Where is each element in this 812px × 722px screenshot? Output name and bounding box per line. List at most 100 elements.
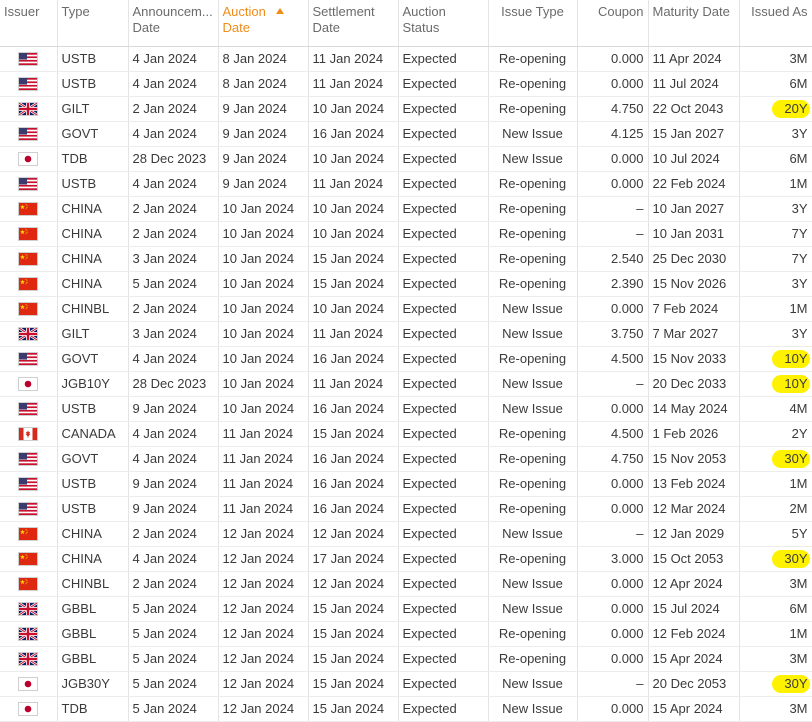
table-row[interactable]: GBBL 5 Jan 2024 12 Jan 2024 15 Jan 2024 Expe… [0,646,812,672]
settlement-date-cell: 15 Jan 2024 [308,596,399,622]
issued-as-cell: 6M [739,596,812,622]
table-row[interactable]: USTB 4 Jan 2024 9 Jan 2024 11 Jan 2024 Expec… [0,171,812,197]
auction-date-cell: 10 Jan 2024 [218,346,309,372]
tenor-value: 3M [789,51,808,66]
table-row[interactable]: USTB 9 Jan 2024 11 Jan 2024 16 Jan 2024 Expe… [0,496,812,522]
issuer-cell [0,96,58,122]
settlement-date-cell: 10 Jan 2024 [308,196,399,222]
column-header-auction-status[interactable]: Auction Status [398,0,489,47]
table-header: Issuer Type Announcem... Date Auction Date… [0,0,812,47]
maturity-date-cell: 15 Oct 2053 [648,546,740,572]
tenor-value: 7Y [791,251,808,266]
ca-flag-icon [18,427,39,442]
table-row[interactable]: TDB 28 Dec 2023 9 Jan 2024 10 Jan 2024 Expec… [0,146,812,172]
auction-date-cell: 12 Jan 2024 [218,596,309,622]
auction-date-cell: 12 Jan 2024 [218,621,309,647]
table-row[interactable]: GILT 2 Jan 2024 9 Jan 2024 10 Jan 2024 Expec… [0,96,812,122]
column-header-maturity-date[interactable]: Maturity Date [648,0,740,47]
table-row[interactable]: GBBL 5 Jan 2024 12 Jan 2024 15 Jan 2024 Expe… [0,621,812,647]
column-header-issuer[interactable]: Issuer [0,0,58,47]
table-row[interactable]: GILT 3 Jan 2024 10 Jan 2024 11 Jan 2024 Expe… [0,321,812,347]
auction-date-cell: 11 Jan 2024 [218,496,309,522]
column-header-announcement-date[interactable]: Announcem... Date [128,0,219,47]
issuer-cell [0,696,58,722]
settlement-date-cell: 15 Jan 2024 [308,271,399,297]
column-header-issued-as[interactable]: Issued As [739,0,812,47]
issue-type-cell: Re-opening [488,271,578,297]
auction-status-cell: Expected [398,621,489,647]
coupon-cell: 2.390 [577,271,649,297]
column-header-issue-type[interactable]: Issue Type [488,0,578,47]
issuer-cell [0,446,58,472]
table-row[interactable]: GOVT 4 Jan 2024 9 Jan 2024 16 Jan 2024 Expec… [0,121,812,147]
maturity-date-cell: 25 Dec 2030 [648,246,740,272]
coupon-cell: 0.000 [577,471,649,497]
table-row[interactable]: GOVT 4 Jan 2024 10 Jan 2024 16 Jan 2024 Expe… [0,346,812,372]
maturity-date-cell: 15 Apr 2024 [648,696,740,722]
auction-status-cell: Expected [398,696,489,722]
auction-date-cell: 12 Jan 2024 [218,546,309,572]
table-row[interactable]: CHINBL 2 Jan 2024 12 Jan 2024 12 Jan 2024 Ex… [0,571,812,597]
table-row[interactable]: USTB 4 Jan 2024 8 Jan 2024 11 Jan 2024 Expec… [0,46,812,72]
table-row[interactable]: GBBL 5 Jan 2024 12 Jan 2024 15 Jan 2024 Expe… [0,596,812,622]
issued-as-cell: 2Y [739,421,812,447]
announcement-date-cell: 28 Dec 2023 [128,146,219,172]
maturity-date-cell: 11 Jul 2024 [648,71,740,97]
column-header-settlement-date[interactable]: Settlement Date [308,0,399,47]
auction-date-cell: 10 Jan 2024 [218,371,309,397]
column-header-type[interactable]: Type [57,0,129,47]
issue-type-cell: New Issue [488,696,578,722]
table-row[interactable]: CHINA 4 Jan 2024 12 Jan 2024 17 Jan 2024 Exp… [0,546,812,572]
column-header-auction-date[interactable]: Auction Date [218,0,309,47]
auction-date-cell: 9 Jan 2024 [218,121,309,147]
table-row[interactable]: JGB10Y 28 Dec 2023 10 Jan 2024 11 Jan 2024 E… [0,371,812,397]
issue-type-cell: Re-opening [488,246,578,272]
sort-ascending-icon [275,8,284,14]
coupon-cell: 0.000 [577,646,649,672]
tenor-value: 6M [789,76,808,91]
tenor-value: 3M [789,576,808,591]
coupon-cell: 4.500 [577,346,649,372]
table-row[interactable]: JGB30Y 5 Jan 2024 12 Jan 2024 15 Jan 2024 Ex… [0,671,812,697]
maturity-date-cell: 20 Dec 2033 [648,371,740,397]
announcement-date-cell: 4 Jan 2024 [128,171,219,197]
issued-as-cell: 30Y [739,446,812,472]
issue-type-cell: New Issue [488,671,578,697]
auction-status-cell: Expected [398,396,489,422]
table-row[interactable]: CHINA 3 Jan 2024 10 Jan 2024 15 Jan 2024 Exp… [0,246,812,272]
settlement-date-cell: 10 Jan 2024 [308,221,399,247]
us-flag-icon [18,127,39,142]
table-row[interactable]: CHINBL 2 Jan 2024 10 Jan 2024 10 Jan 2024 Ex… [0,296,812,322]
auction-date-cell: 12 Jan 2024 [218,671,309,697]
maturity-date-cell: 15 Jan 2027 [648,121,740,147]
settlement-date-cell: 11 Jan 2024 [308,321,399,347]
maturity-date-cell: 15 Nov 2026 [648,271,740,297]
announcement-date-cell: 9 Jan 2024 [128,396,219,422]
table-row[interactable]: CANADA 4 Jan 2024 11 Jan 2024 15 Jan 2024 Ex… [0,421,812,447]
auction-date-cell: 9 Jan 2024 [218,146,309,172]
table-row[interactable]: USTB 4 Jan 2024 8 Jan 2024 11 Jan 2024 Expec… [0,71,812,97]
maturity-date-cell: 12 Jan 2029 [648,521,740,547]
issuer-cell [0,521,58,547]
highlighted-tenor: 30Y [772,449,810,468]
tenor-value: 3Y [791,201,808,216]
announcement-date-cell: 2 Jan 2024 [128,196,219,222]
table-row[interactable]: TDB 5 Jan 2024 12 Jan 2024 15 Jan 2024 Expec… [0,696,812,722]
column-header-coupon[interactable]: Coupon [577,0,649,47]
table-row[interactable]: CHINA 2 Jan 2024 10 Jan 2024 10 Jan 2024 Exp… [0,221,812,247]
table-row[interactable]: USTB 9 Jan 2024 10 Jan 2024 16 Jan 2024 Expe… [0,396,812,422]
maturity-date-cell: 13 Feb 2024 [648,471,740,497]
type-cell: GOVT [57,121,129,147]
type-cell: USTB [57,471,129,497]
coupon-cell: 0.000 [577,146,649,172]
auction-date-cell: 8 Jan 2024 [218,71,309,97]
table-row[interactable]: USTB 9 Jan 2024 11 Jan 2024 16 Jan 2024 Expe… [0,471,812,497]
issue-type-cell: New Issue [488,296,578,322]
table-row[interactable]: GOVT 4 Jan 2024 11 Jan 2024 16 Jan 2024 Expe… [0,446,812,472]
issuer-cell [0,646,58,672]
coupon-cell: – [577,371,649,397]
table-row[interactable]: CHINA 2 Jan 2024 12 Jan 2024 12 Jan 2024 Exp… [0,521,812,547]
table-row[interactable]: CHINA 2 Jan 2024 10 Jan 2024 10 Jan 2024 Exp… [0,196,812,222]
table-row[interactable]: CHINA 5 Jan 2024 10 Jan 2024 15 Jan 2024 Exp… [0,271,812,297]
settlement-date-cell: 16 Jan 2024 [308,121,399,147]
